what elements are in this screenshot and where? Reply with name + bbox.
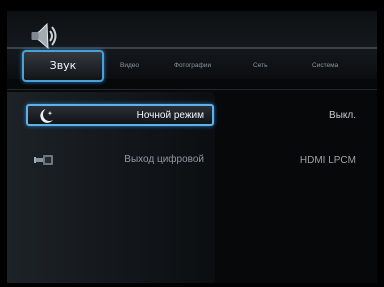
night-mode-label: Ночной режим (136, 110, 204, 121)
tab-sound-label: Звук (49, 59, 77, 72)
night-mode-value: Выкл. (329, 110, 356, 121)
tab-photos[interactable]: Фотографии (174, 62, 211, 69)
digital-output-icon (34, 155, 53, 165)
tab-sound[interactable]: Звук (22, 50, 104, 82)
moon-icon (40, 109, 53, 123)
tab-system[interactable]: Система (312, 62, 338, 69)
tv-settings-screen: Звук Видео Фотографии Сеть Система Ночно… (7, 11, 377, 283)
speaker-icon (31, 22, 57, 50)
tab-network[interactable]: Сеть (253, 62, 267, 69)
digital-output-value: HDMI LPCM (299, 155, 356, 166)
tab-video[interactable]: Видео (120, 62, 139, 69)
setting-row-night-mode[interactable]: Ночной режим (26, 104, 214, 126)
content-divider (7, 89, 377, 90)
digital-output-label: Выход цифровой (124, 154, 204, 165)
top-divider (7, 47, 377, 49)
setting-row-digital-output[interactable]: Выход цифровой (26, 150, 214, 172)
